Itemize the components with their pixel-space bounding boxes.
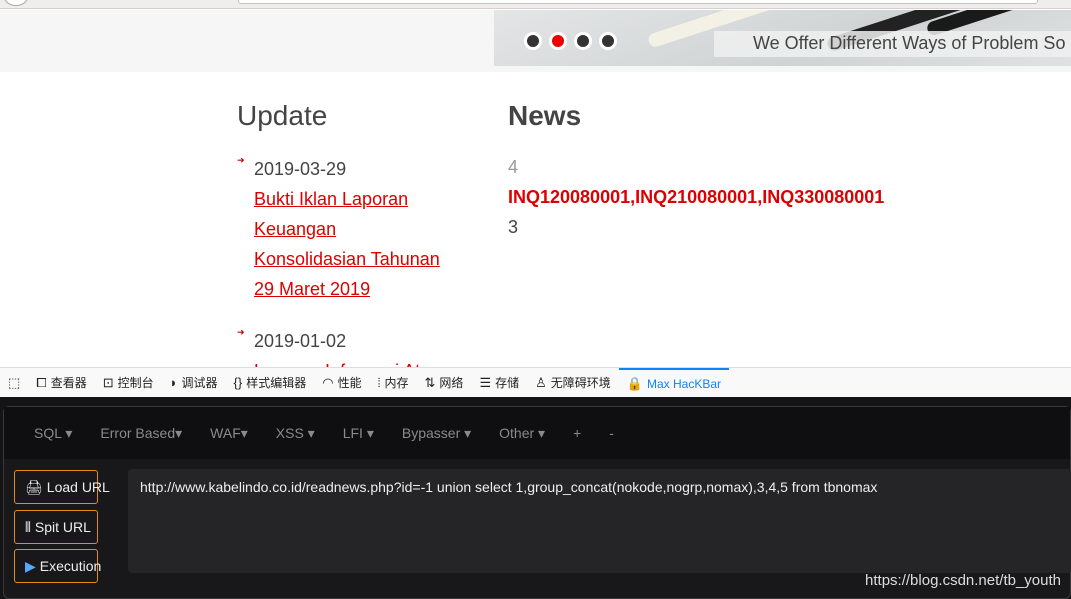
hero-section: We Offer Different Ways of Problem So: [0, 10, 1071, 72]
hackbar-icon: 🔒: [626, 375, 643, 391]
banner-caption: We Offer Different Ways of Problem So: [714, 31, 1071, 57]
url-textarea[interactable]: http://www.kabelindo.co.id/readnews.php?…: [128, 469, 1071, 573]
update-link[interactable]: Bukti Iklan Laporan: [254, 184, 477, 214]
hackbar-menu-item[interactable]: XSS ▾: [276, 425, 315, 442]
hackbar-menu: SQL ▾ Error Based▾ WAF▾ XSS ▾ LFI ▾ Bypasser …: [4, 407, 1070, 459]
load-icon: 🖨: [25, 478, 43, 495]
slider-dot[interactable]: [524, 32, 542, 50]
hackbar-menu-item[interactable]: +: [573, 425, 581, 441]
update-date: 2019-01-02: [254, 331, 347, 351]
slider-dots: [524, 32, 617, 50]
news-link[interactable]: INQ120080001,INQ210080001,INQ330080001: [508, 182, 884, 212]
devtools-tab[interactable]: {} 样式编辑器: [226, 368, 315, 398]
devtools-tab[interactable]: ⇅ 网络: [417, 368, 472, 398]
style-editor-icon: {}: [233, 375, 243, 390]
update-title: Update: [237, 100, 328, 131]
memory-icon: ⦙: [377, 374, 381, 390]
devtools-toolbar: ⬚ ⧠ 查看器 ⊡ 控制台 ◗ 调试器{} 样式编辑器 ◠ 性能 ⦙ 内存 ⇅ 网络 ☰ 存储 ♙ 无障碍环境 🔒…: [0, 367, 1071, 397]
picker-icon: ⬚: [8, 374, 21, 390]
hackbar-panel: SQL ▾ Error Based▾ WAF▾ XSS ▾ LFI ▾ Bypasser …: [0, 397, 1071, 599]
update-link[interactable]: 29 Maret 2019: [254, 274, 477, 304]
debugger-icon: ◗: [169, 375, 178, 390]
performance-icon: ◠: [322, 374, 334, 390]
update-item: ➜ 2019-03-29 Bukti Iklan Laporan Keuangan Ko…: [237, 154, 477, 304]
devtools-tab[interactable]: ♙ 无障碍环境: [527, 368, 619, 398]
devtools-tab[interactable]: ⊡ 控制台: [95, 368, 162, 398]
slider-dot[interactable]: [549, 32, 567, 50]
devtools-tab[interactable]: ⧠ 查看器: [28, 368, 94, 398]
inspector-icon: ⧠: [36, 374, 47, 390]
address-bar[interactable]: [238, 0, 1038, 4]
devtools-tab[interactable]: ⦙ 内存: [370, 368, 417, 398]
hackbar-menu-item[interactable]: -: [609, 425, 614, 441]
storage-icon: ☰: [479, 374, 492, 390]
split-icon: ⫴: [25, 518, 31, 535]
devtools-tab[interactable]: ◠ 性能: [314, 368, 369, 398]
devtools-tab[interactable]: 🔒 Max HacKBar: [618, 367, 729, 398]
hackbar-menu-item[interactable]: LFI ▾: [343, 425, 374, 442]
update-link[interactable]: Keuangan: [254, 214, 477, 244]
browser-button[interactable]: [4, 0, 28, 6]
news-value: 4: [508, 157, 519, 177]
load-url-button[interactable]: 🖨 Load URL: [14, 470, 110, 504]
execution-button[interactable]: ▶ Execution: [14, 549, 101, 583]
update-link[interactable]: Konsolidasian Tahunan: [254, 244, 477, 274]
play-icon: ▶: [25, 557, 36, 574]
hackbar-menu-item[interactable]: WAF▾: [210, 425, 248, 442]
update-section: Update ➜ 2019-03-29 Bukti Iklan Laporan Keu…: [237, 100, 477, 386]
banner-slider: We Offer Different Ways of Problem So: [494, 10, 1071, 66]
news-value: 3: [508, 217, 519, 237]
devtools-tab[interactable]: ◗ 调试器: [162, 368, 226, 398]
console-icon: ⊡: [102, 374, 114, 390]
hackbar-menu-item[interactable]: Other ▾: [499, 425, 545, 442]
bullet-arrow-icon: ➜: [237, 327, 245, 337]
hackbar-menu-item[interactable]: Error Based▾: [100, 425, 182, 442]
hackbar-menu-item[interactable]: Bypasser ▾: [402, 425, 471, 442]
devtools-tab[interactable]: ☰ 存储: [471, 368, 527, 398]
element-picker-button[interactable]: ⬚: [0, 368, 28, 398]
hackbar-menu-item[interactable]: SQL ▾: [34, 425, 72, 442]
news-title: News: [508, 100, 582, 131]
accessibility-icon: ♙: [535, 374, 547, 390]
slider-dot[interactable]: [574, 32, 592, 50]
browser-toolbar: [0, 0, 1071, 9]
news-section: News 4 INQ120080001,INQ210080001,INQ3300…: [508, 100, 884, 242]
watermark: https://blog.csdn.net/tb_youth: [865, 572, 1061, 589]
split-url-button[interactable]: ⫴ Spit URL: [14, 510, 98, 544]
update-date: 2019-03-29: [254, 159, 347, 179]
network-icon: ⇅: [424, 374, 436, 390]
bullet-arrow-icon: ➜: [237, 155, 245, 165]
slider-dot[interactable]: [599, 32, 617, 50]
